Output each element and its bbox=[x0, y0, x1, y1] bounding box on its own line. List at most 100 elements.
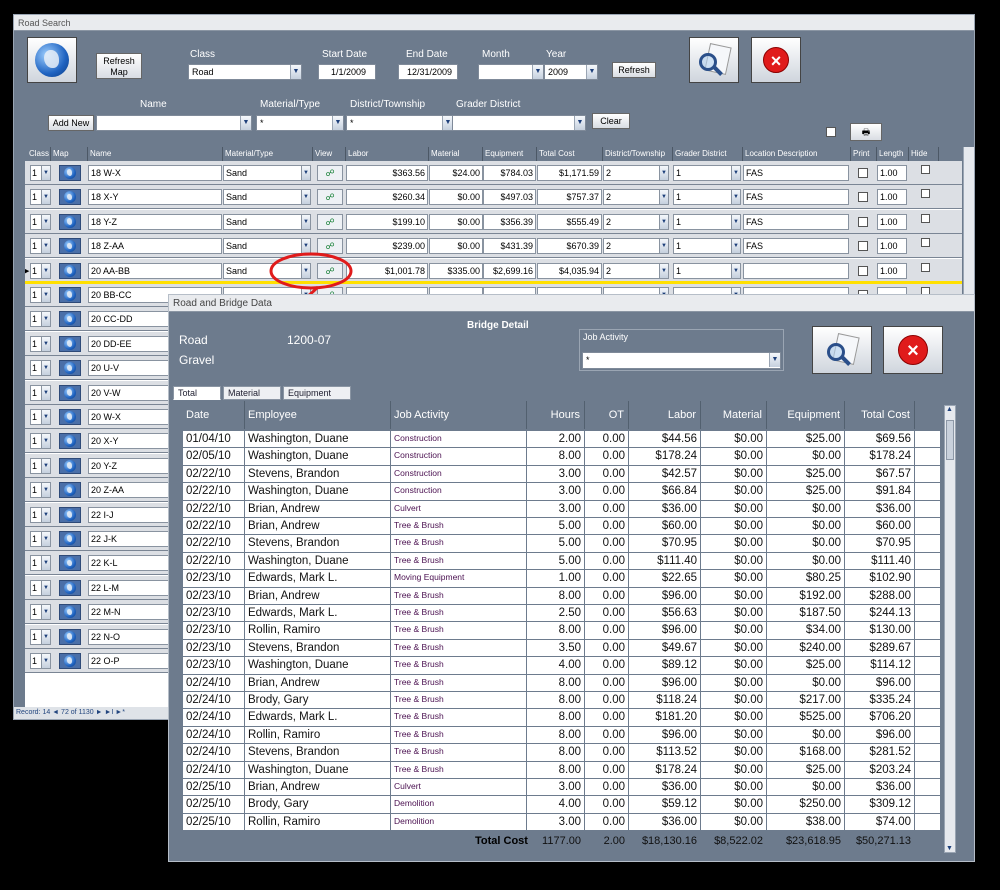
print-checkbox[interactable] bbox=[858, 168, 868, 178]
class-select[interactable]: Road ▼ bbox=[188, 64, 302, 80]
chevron-down-icon[interactable]: ▼ bbox=[41, 482, 51, 499]
name-cell[interactable]: 18 Z-AA bbox=[88, 238, 222, 255]
chevron-down-icon[interactable]: ▼ bbox=[301, 189, 311, 206]
hide-checkbox[interactable] bbox=[921, 165, 930, 174]
hide-checkbox[interactable] bbox=[921, 262, 930, 272]
table-row[interactable]: 02/22/10 Brian, Andrew Tree & Brush 5.00 0.0… bbox=[183, 518, 940, 536]
job-activity-select[interactable]: * ▼ bbox=[582, 352, 781, 369]
table-row[interactable]: 1 ▼ 18 Z-AA Sand ▼ ☍ $239.00 $0.00 $431.39 $670.3… bbox=[25, 234, 962, 259]
chevron-down-icon[interactable]: ▼ bbox=[301, 262, 311, 279]
name-select[interactable]: ▼ bbox=[96, 115, 252, 131]
chevron-down-icon[interactable]: ▼ bbox=[659, 213, 669, 230]
grader-cell[interactable]: 1 bbox=[673, 213, 733, 230]
chevron-down-icon[interactable]: ▼ bbox=[41, 384, 51, 401]
table-row[interactable]: 02/24/10 Stevens, Brandon Tree & Brush 8.00… bbox=[183, 744, 940, 762]
table-row[interactable]: 02/23/10 Edwards, Mark L. Moving Equipment… bbox=[183, 570, 940, 588]
chevron-down-icon[interactable]: ▼ bbox=[290, 65, 301, 79]
name-cell[interactable]: 18 Y-Z bbox=[88, 213, 222, 230]
chevron-down-icon[interactable]: ▼ bbox=[41, 335, 51, 352]
grader-cell[interactable]: 1 bbox=[673, 189, 733, 206]
material-cell[interactable]: Sand bbox=[223, 238, 303, 255]
grader-cell[interactable]: 1 bbox=[673, 238, 733, 255]
chevron-down-icon[interactable]: ▼ bbox=[659, 238, 669, 255]
map-globe-button[interactable] bbox=[27, 37, 77, 83]
chevron-down-icon[interactable]: ▼ bbox=[41, 604, 51, 621]
map-cell-button[interactable] bbox=[59, 628, 81, 645]
table-row[interactable]: 02/23/10 Edwards, Mark L. Tree & Brush 2.50… bbox=[183, 605, 940, 623]
chevron-down-icon[interactable]: ▼ bbox=[769, 353, 780, 367]
map-cell-button[interactable] bbox=[59, 311, 81, 328]
map-cell-button[interactable] bbox=[59, 335, 81, 352]
chevron-down-icon[interactable]: ▼ bbox=[731, 238, 741, 255]
location-cell[interactable] bbox=[743, 262, 849, 279]
table-row[interactable]: 02/24/10 Edwards, Mark L. Tree & Brush 8.00… bbox=[183, 709, 940, 727]
chevron-down-icon[interactable]: ▼ bbox=[41, 262, 51, 279]
name-cell[interactable]: 20 AA-BB bbox=[88, 262, 222, 279]
refresh-button[interactable]: Refresh bbox=[612, 62, 656, 78]
print-button[interactable]: 🖶 bbox=[850, 123, 882, 141]
clear-button[interactable]: Clear bbox=[592, 113, 630, 129]
month-select[interactable]: ▼ bbox=[478, 64, 544, 80]
map-cell-button[interactable] bbox=[59, 409, 81, 425]
map-cell-button[interactable] bbox=[59, 555, 81, 572]
map-cell-button[interactable] bbox=[59, 213, 81, 230]
print-checkbox[interactable] bbox=[858, 265, 868, 276]
view-button[interactable]: ☍ bbox=[317, 213, 343, 230]
chevron-down-icon[interactable]: ▼ bbox=[586, 65, 597, 79]
view-button[interactable]: ☍ bbox=[317, 189, 343, 206]
map-cell-button[interactable] bbox=[59, 531, 81, 547]
chevron-down-icon[interactable]: ▼ bbox=[731, 213, 741, 230]
material-cell[interactable]: Sand bbox=[223, 165, 303, 181]
table-row[interactable]: 02/24/10 Washington, Duane Tree & Brush 8.0… bbox=[183, 761, 940, 779]
location-cell[interactable]: FAS bbox=[743, 165, 849, 181]
chevron-down-icon[interactable]: ▼ bbox=[41, 409, 51, 425]
hide-checkbox[interactable] bbox=[921, 189, 930, 199]
chevron-down-icon[interactable]: ▼ bbox=[41, 506, 51, 523]
table-row[interactable]: 02/24/10 Brian, Andrew Tree & Brush 8.00 0.0… bbox=[183, 674, 940, 692]
detail-close-button[interactable]: × bbox=[883, 326, 943, 374]
location-cell[interactable]: FAS bbox=[743, 189, 849, 206]
grader-cell[interactable]: 1 bbox=[673, 165, 733, 181]
map-cell-button[interactable] bbox=[59, 238, 81, 255]
table-row[interactable]: 02/23/10 Stevens, Brandon Tree & Brush 3.50… bbox=[183, 639, 940, 658]
name-cell[interactable]: 18 X-Y bbox=[88, 189, 222, 206]
chevron-down-icon[interactable]: ▼ bbox=[41, 311, 51, 328]
district-cell[interactable]: 2 bbox=[603, 238, 661, 255]
table-row[interactable]: 02/24/10 Rollin, Ramiro Tree & Brush 8.00 0.… bbox=[183, 726, 940, 745]
detail-search-button[interactable] bbox=[812, 326, 872, 374]
scroll-down-icon[interactable]: ▼ bbox=[946, 845, 953, 852]
length-cell[interactable]: 1.00 bbox=[877, 238, 907, 255]
chevron-down-icon[interactable]: ▼ bbox=[41, 360, 51, 377]
map-cell-button[interactable] bbox=[59, 360, 81, 377]
table-row[interactable]: 02/24/10 Brody, Gary Tree & Brush 8.00 0.00 $… bbox=[183, 692, 940, 710]
tab-total-cost[interactable]: Total Cost bbox=[173, 386, 221, 411]
tab-material-cost[interactable]: Material Cost bbox=[223, 386, 281, 411]
name-cell[interactable]: 18 W-X bbox=[88, 165, 222, 181]
chevron-down-icon[interactable]: ▼ bbox=[731, 189, 741, 206]
table-row[interactable]: 02/23/10 Washington, Duane Tree & Brush 4.0… bbox=[183, 657, 940, 675]
table-row[interactable]: 02/05/10 Washington, Duane Construction 8.0… bbox=[183, 448, 940, 466]
map-cell-button[interactable] bbox=[59, 604, 81, 621]
table-row[interactable]: 02/23/10 Rollin, Ramiro Tree & Brush 8.00 0.… bbox=[183, 622, 940, 640]
table-row[interactable]: 02/25/10 Brody, Gary Demolition 4.00 0.00 $59… bbox=[183, 796, 940, 814]
tab-equipment-cost[interactable]: Equipment Cost bbox=[283, 386, 351, 411]
length-cell[interactable]: 1.00 bbox=[877, 262, 907, 279]
table-row[interactable]: ▶ 1 ▼ 20 AA-BB Sand ▼ ☍ $1,001.78 $335.00 $2,699.… bbox=[25, 258, 962, 283]
table-row[interactable]: 02/22/10 Brian, Andrew Culvert 3.00 0.00 $36.… bbox=[183, 500, 940, 518]
chevron-down-icon[interactable]: ▼ bbox=[659, 189, 669, 206]
chevron-down-icon[interactable]: ▼ bbox=[41, 189, 51, 206]
chevron-down-icon[interactable]: ▼ bbox=[301, 238, 311, 255]
print-checkbox[interactable] bbox=[858, 241, 868, 252]
district-cell[interactable]: 2 bbox=[603, 165, 661, 181]
map-cell-button[interactable] bbox=[59, 457, 81, 474]
print-checkbox[interactable] bbox=[858, 216, 868, 227]
map-cell-button[interactable] bbox=[59, 506, 81, 523]
chevron-down-icon[interactable]: ▼ bbox=[41, 579, 51, 596]
table-row[interactable]: 01/04/10 Washington, Duane Construction 2.0… bbox=[183, 431, 940, 449]
material-type-select[interactable]: * ▼ bbox=[256, 115, 344, 131]
map-cell-button[interactable] bbox=[59, 262, 81, 279]
chevron-down-icon[interactable]: ▼ bbox=[574, 116, 585, 130]
chevron-down-icon[interactable]: ▼ bbox=[301, 165, 311, 181]
year-select[interactable]: 2009 ▼ bbox=[544, 64, 598, 80]
district-cell[interactable]: 2 bbox=[603, 213, 661, 230]
